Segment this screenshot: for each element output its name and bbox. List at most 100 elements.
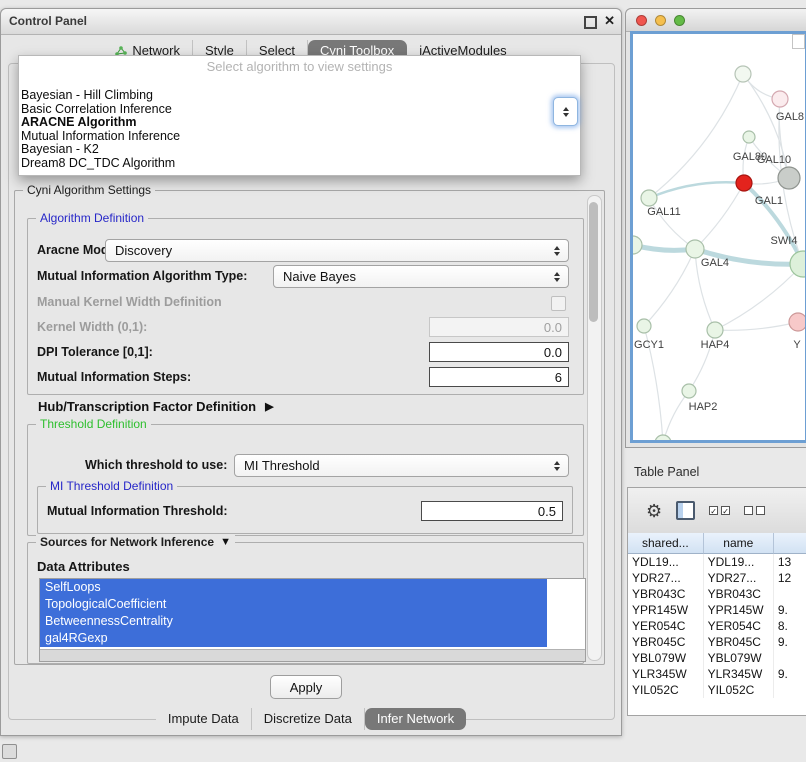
network-canvas[interactable]: GAL8GAL80GAL10GAL1GAL11SWI4GAL4GCY1HAP4Y… [630, 31, 806, 443]
network-node[interactable] [637, 319, 651, 333]
table-cell: YDL19... [628, 554, 704, 570]
network-edge[interactable] [695, 183, 744, 249]
table-row[interactable]: YIL052CYIL052C [628, 682, 806, 698]
mi-algorithm-type-select[interactable]: Naive Bayes [273, 265, 569, 288]
algorithm-definition-group: Algorithm Definition Aracne Mode: Discov… [27, 218, 584, 395]
network-node[interactable] [735, 66, 751, 82]
apply-button[interactable]: Apply [270, 675, 342, 699]
bottom-tab-impute-data[interactable]: Impute Data [156, 708, 252, 730]
column-header-shared[interactable]: shared... [628, 533, 704, 554]
network-node[interactable] [772, 91, 788, 107]
hub-definition-section[interactable]: Hub/Transcription Factor Definition ▶ [38, 399, 274, 414]
close-icon[interactable]: ✕ [604, 13, 615, 29]
canvas-scrollbar[interactable] [792, 34, 805, 49]
sources-group: Sources for Network Inference ▼ Data Att… [27, 542, 584, 664]
table-cell: YBR043C [628, 586, 704, 602]
network-node[interactable] [736, 175, 752, 191]
unselect-all-columns-icon[interactable] [744, 506, 765, 515]
manual-kernel-width-label: Manual Kernel Width Definition [37, 295, 222, 309]
algorithm-option-dream8-dc-tdc-algorithm[interactable]: Dream8 DC_TDC Algorithm [19, 157, 580, 171]
algorithm-option-basic-correlation-inference[interactable]: Basic Correlation Inference [19, 103, 580, 117]
network-node[interactable] [655, 435, 671, 440]
network-graph[interactable]: GAL8GAL80GAL10GAL1GAL11SWI4GAL4GCY1HAP4Y… [633, 34, 805, 440]
zoom-traffic-light-icon[interactable] [674, 15, 685, 26]
column-header-blank[interactable] [774, 533, 806, 554]
table-row[interactable]: YDR27...YDR27...12 [628, 570, 806, 586]
minimized-panel-icon[interactable] [2, 744, 17, 759]
network-node[interactable] [743, 131, 755, 143]
node-table: shared...nameYDL19...YDL19...13YDR27...Y… [628, 533, 806, 715]
mi-steps-field[interactable]: 6 [429, 367, 569, 387]
float-window-icon[interactable] [584, 16, 597, 29]
horizontal-scrollbar[interactable] [40, 649, 585, 661]
network-window-titlebar[interactable] [626, 9, 806, 32]
table-cell: YER054C [628, 618, 704, 634]
attribute-item-betweennesscentrality[interactable]: BetweennessCentrality [40, 613, 547, 630]
network-edge[interactable] [644, 249, 695, 326]
data-attributes-list[interactable]: SelfLoopsTopologicalCoefficientBetweenne… [39, 578, 586, 662]
bottom-tab-infer-network[interactable]: Infer Network [365, 708, 466, 730]
chevron-down-icon[interactable]: ▼ [220, 536, 231, 548]
table-cell: YBR043C [704, 586, 774, 602]
table-row[interactable]: YBR045CYBR045C9. [628, 634, 806, 650]
table-cell: 12 [774, 570, 806, 586]
table-cell: YBR045C [704, 634, 774, 650]
network-node[interactable] [686, 240, 704, 258]
column-header-name[interactable]: name [704, 533, 774, 554]
kernel-width-label: Kernel Width (0,1): [37, 320, 147, 334]
algorithm-combobox-stepper[interactable] [553, 97, 578, 126]
show-columns-icon[interactable] [676, 501, 695, 520]
network-node[interactable] [707, 322, 723, 338]
node-label-y: Y [793, 339, 801, 351]
network-edge[interactable] [663, 391, 689, 440]
algorithm-option-aracne-algorithm[interactable]: ARACNE Algorithm [19, 116, 580, 130]
table-panel-window: ⚙ shared...nameYDL19...YDL19...13YDR27..… [627, 487, 806, 716]
dpi-tolerance-label: DPI Tolerance [0,1]: [37, 345, 153, 359]
table-row[interactable]: YLR345WYLR345W9. [628, 666, 806, 682]
attribute-item-topologicalcoefficient[interactable]: TopologicalCoefficient [40, 596, 547, 613]
network-node[interactable] [633, 236, 642, 254]
minimize-traffic-light-icon[interactable] [655, 15, 666, 26]
table-panel-title: Table Panel [634, 465, 699, 479]
table-cell [774, 682, 806, 698]
network-edge[interactable] [649, 182, 744, 198]
close-traffic-light-icon[interactable] [636, 15, 647, 26]
table-header-row: shared...name [628, 533, 806, 554]
kernel-width-field[interactable]: 0.0 [429, 317, 569, 337]
kernel-width-value: 0.0 [544, 320, 562, 335]
chevron-right-icon[interactable]: ▶ [265, 400, 273, 413]
dpi-tolerance-field[interactable]: 0.0 [429, 342, 569, 362]
which-threshold-select[interactable]: MI Threshold [234, 454, 569, 477]
table-row[interactable]: YER054CYER054C8. [628, 618, 806, 634]
table-row[interactable]: YPR145WYPR145W9. [628, 602, 806, 618]
mi-steps-label: Mutual Information Steps: [37, 370, 191, 384]
settings-scrollbar[interactable] [587, 195, 602, 661]
algorithm-option-mutual-information-inference[interactable]: Mutual Information Inference [19, 130, 580, 144]
attribute-item-selfloops[interactable]: SelfLoops [40, 579, 547, 596]
network-node[interactable] [778, 167, 800, 189]
table-settings-gear-icon[interactable]: ⚙ [646, 502, 662, 520]
table-row[interactable]: YBR043CYBR043C [628, 586, 806, 602]
network-node[interactable] [641, 190, 657, 206]
algorithm-option-bayesian-k2[interactable]: Bayesian - K2 [19, 143, 580, 157]
network-node[interactable] [682, 384, 696, 398]
network-node[interactable] [789, 313, 805, 331]
which-threshold-label: Which threshold to use: [85, 458, 227, 472]
network-node[interactable] [790, 251, 805, 277]
sources-title[interactable]: Sources for Network Inference ▼ [36, 535, 235, 549]
table-row[interactable]: YBL079WYBL079W [628, 650, 806, 666]
sources-title-text: Sources for Network Inference [40, 535, 214, 549]
stepper-icon [549, 272, 564, 282]
control-panel-titlebar[interactable]: Control Panel ✕ [1, 9, 621, 35]
algorithm-option-bayesian-hill-climbing[interactable]: Bayesian - Hill Climbing [19, 89, 580, 103]
bottom-tab-discretize-data[interactable]: Discretize Data [252, 708, 365, 730]
attribute-item-gal4rgexp[interactable]: gal4RGexp [40, 630, 547, 647]
scrollbar-thumb[interactable] [589, 202, 598, 322]
aracne-mode-select[interactable]: Discovery [105, 239, 569, 262]
select-all-columns-icon[interactable] [709, 506, 730, 515]
network-edge[interactable] [649, 74, 743, 198]
table-cell: YBL079W [704, 650, 774, 666]
mi-threshold-field[interactable]: 0.5 [421, 501, 563, 521]
table-row[interactable]: YDL19...YDL19...13 [628, 554, 806, 570]
manual-kernel-checkbox[interactable] [551, 296, 566, 311]
